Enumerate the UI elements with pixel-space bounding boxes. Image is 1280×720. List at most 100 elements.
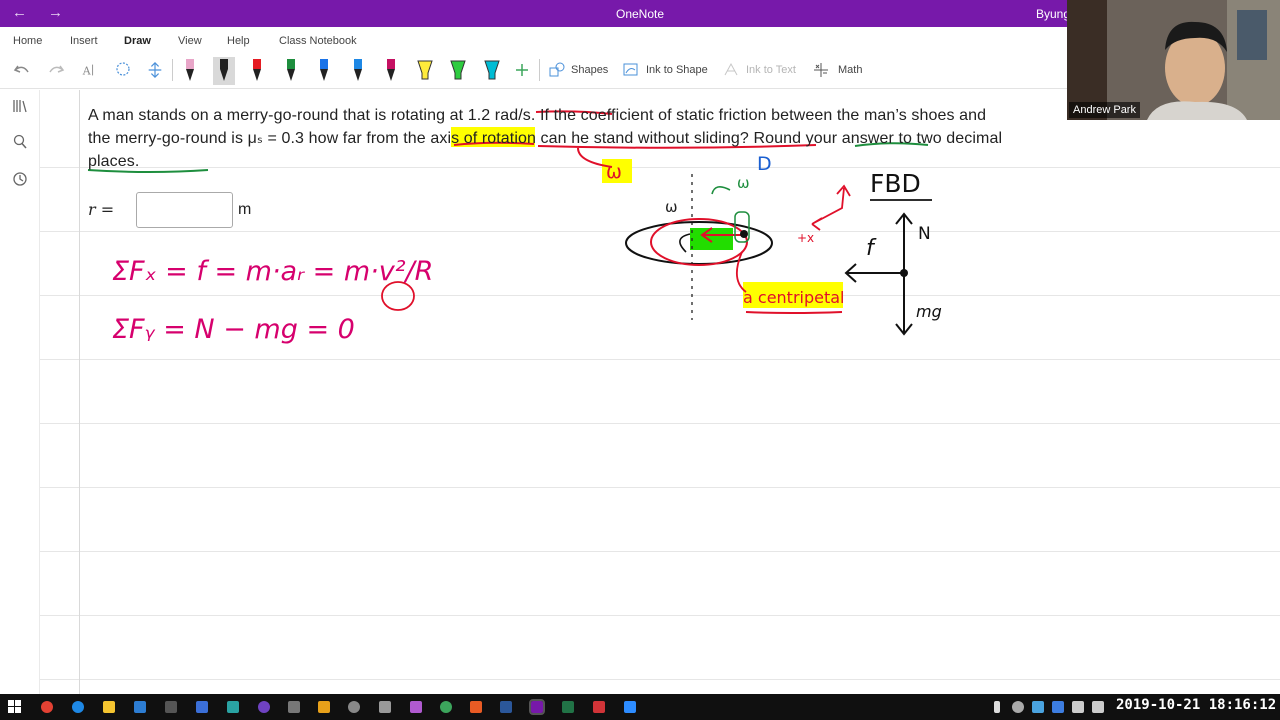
friction-arrow <box>844 263 904 283</box>
fbd-point <box>900 269 908 277</box>
problem-statement: A man stands on a merry-go-round that is… <box>88 107 1003 170</box>
notebooks-icon[interactable] <box>12 98 28 114</box>
app-icon[interactable] <box>258 701 270 713</box>
equation-sum-fy: ΣFᵧ = N − mg = 0 <box>112 314 355 345</box>
pen-10[interactable] <box>481 57 503 85</box>
pdf-icon[interactable] <box>593 701 605 713</box>
math-label: Math <box>838 64 863 76</box>
pen-1[interactable] <box>179 57 201 85</box>
ruled-line <box>40 551 1280 552</box>
pen-9[interactable] <box>447 57 469 85</box>
calculator-icon[interactable] <box>288 701 300 713</box>
tab-class-notebook[interactable]: Class Notebook <box>279 35 357 47</box>
user-name[interactable]: Byung <box>1036 7 1070 21</box>
store-icon[interactable] <box>134 701 146 713</box>
presenter-name: Andrew Park <box>1069 102 1140 118</box>
search-icon[interactable] <box>12 134 28 150</box>
app-icon[interactable] <box>196 701 208 713</box>
ink-to-text-button[interactable]: Ink to Text <box>722 59 796 81</box>
windows-start-icon[interactable] <box>8 700 22 714</box>
excel-icon[interactable] <box>562 701 574 713</box>
left-navigation <box>0 90 40 694</box>
shapes-label: Shapes <box>571 64 609 76</box>
app-icon[interactable] <box>470 701 482 713</box>
pen-5[interactable] <box>313 57 335 85</box>
ink-to-shape-label: Ink to Shape <box>646 64 708 76</box>
answer-label: r = <box>88 200 115 219</box>
webcam-video: Andrew Park <box>1067 0 1280 120</box>
volume-icon[interactable] <box>1092 701 1104 713</box>
app-icon[interactable] <box>318 701 330 713</box>
ruled-line <box>40 487 1280 488</box>
inner-rotation-arrow <box>679 233 691 253</box>
undo-icon[interactable] <box>12 59 32 81</box>
app-icon[interactable] <box>440 701 452 713</box>
pen-7[interactable] <box>380 57 402 85</box>
timestamp-overlay: 2019-10-21 18:16:12 <box>1116 697 1277 713</box>
ink-to-text-icon <box>724 62 738 76</box>
normal-force-arrow <box>895 212 913 273</box>
omega-black: ω <box>665 198 678 216</box>
terminal-icon[interactable] <box>165 701 177 713</box>
tab-help[interactable]: Help <box>227 35 250 47</box>
ribbon-separator <box>172 59 173 81</box>
label-f: f <box>866 236 877 261</box>
ink-to-shape-icon <box>623 63 638 76</box>
tray-icon[interactable] <box>1052 701 1064 713</box>
ruled-line <box>40 295 1280 296</box>
lasso-select-icon[interactable] <box>113 59 133 81</box>
circle-r <box>381 281 415 311</box>
ruled-line <box>40 679 1280 680</box>
red-circle-path <box>650 218 748 266</box>
axes-arrows <box>811 184 851 231</box>
answer-input[interactable] <box>136 192 233 228</box>
file-explorer-icon[interactable] <box>103 701 115 713</box>
ruled-line <box>40 359 1280 360</box>
add-space-icon[interactable] <box>146 59 164 81</box>
wifi-icon[interactable] <box>1072 701 1084 713</box>
merry-go-round-disk <box>625 221 773 265</box>
tab-home[interactable]: Home <box>13 35 42 47</box>
tab-draw[interactable]: Draw <box>124 35 151 53</box>
weight-arrow <box>895 273 913 336</box>
tray-icon[interactable] <box>994 701 1000 713</box>
ink-to-shape-button[interactable]: Ink to Shape <box>622 59 708 81</box>
tab-view[interactable]: View <box>178 35 202 47</box>
pen-8[interactable] <box>414 57 436 85</box>
pen-4[interactable] <box>280 57 302 85</box>
app-icon[interactable] <box>348 701 360 713</box>
app-icon[interactable] <box>379 701 391 713</box>
zoom-icon[interactable] <box>624 701 636 713</box>
man-figure <box>734 211 750 243</box>
ruled-line <box>40 615 1280 616</box>
ribbon-separator <box>539 59 540 81</box>
page-margin-line <box>79 90 80 694</box>
type-select-icon[interactable]: A <box>80 59 98 81</box>
taskbar <box>0 694 1280 720</box>
fbd-title: FBD <box>870 169 921 198</box>
ruled-line <box>40 423 1280 424</box>
word-icon[interactable] <box>500 701 512 713</box>
pen-2[interactable] <box>212 57 235 85</box>
shapes-icon <box>549 62 565 77</box>
browser-icon[interactable] <box>72 701 84 713</box>
page-canvas[interactable]: ΣFₓ = f = m·aᵣ = m·v²/R ΣFᵧ = N − mg = 0… <box>40 90 1280 694</box>
app-icon[interactable] <box>227 701 239 713</box>
onenote-icon[interactable] <box>529 699 545 715</box>
label-n: N <box>918 224 931 244</box>
ink-to-text-label: Ink to Text <box>746 64 796 76</box>
add-pen-icon[interactable] <box>514 59 530 81</box>
shapes-button[interactable]: Shapes <box>548 59 608 81</box>
math-button[interactable]: Math <box>812 59 862 81</box>
ink-layer: ΣFₓ = f = m·aᵣ = m·v²/R ΣFᵧ = N − mg = 0… <box>87 110 942 345</box>
chrome-icon[interactable] <box>41 701 53 713</box>
tray-icon[interactable] <box>1032 701 1044 713</box>
tray-icon[interactable] <box>1012 701 1024 713</box>
tab-insert[interactable]: Insert <box>70 35 98 47</box>
recent-notes-icon[interactable] <box>12 171 28 187</box>
omega-green: ω <box>737 174 750 192</box>
pen-6[interactable] <box>347 57 369 85</box>
app-icon[interactable] <box>410 701 422 713</box>
redo-icon[interactable] <box>46 59 66 81</box>
pen-3[interactable] <box>246 57 268 85</box>
